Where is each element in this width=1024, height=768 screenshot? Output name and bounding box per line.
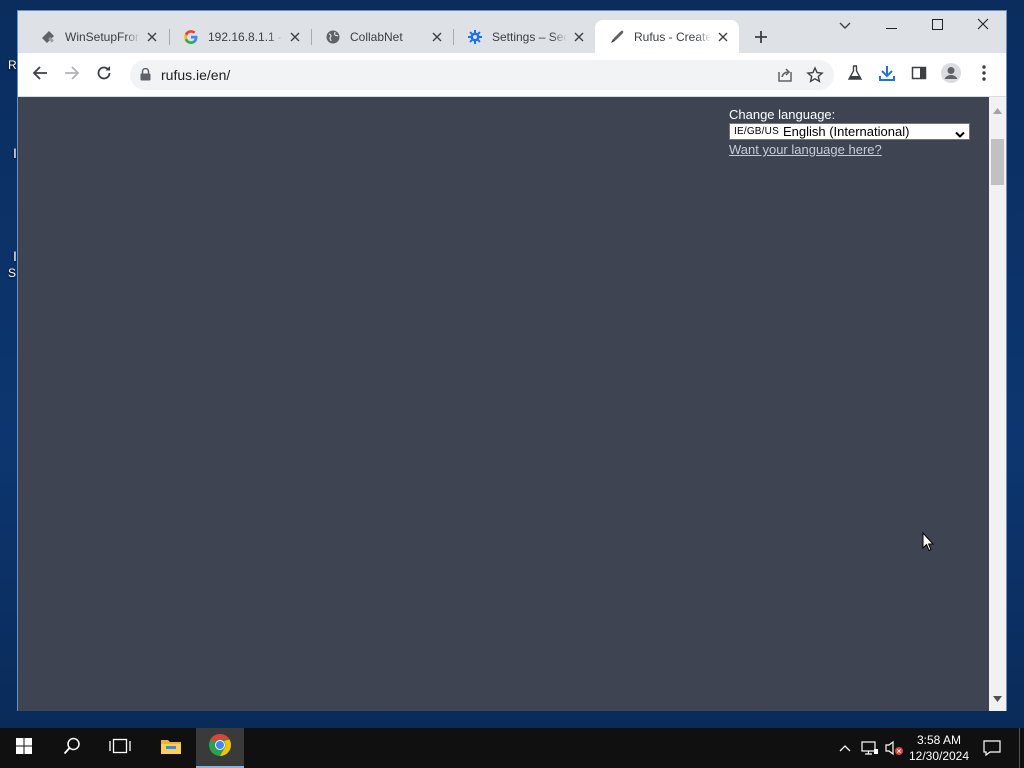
labs-button[interactable]	[841, 61, 869, 89]
maximize-icon	[931, 17, 943, 35]
taskbar-clock[interactable]: 3:58 AM 12/30/2024	[900, 732, 978, 764]
close-icon[interactable]	[571, 29, 587, 45]
globe-icon	[325, 29, 341, 45]
profile-button[interactable]	[937, 61, 965, 89]
back-button[interactable]	[26, 61, 54, 89]
arrow-right-icon	[64, 65, 80, 86]
tab-title: 192.16.8.1.1 -	[208, 29, 283, 44]
downloads-button[interactable]	[873, 61, 901, 89]
network-icon[interactable]	[861, 740, 879, 761]
bookmark-star-icon[interactable]	[806, 66, 824, 89]
chrome-icon	[208, 733, 232, 762]
new-tab-button[interactable]	[750, 26, 772, 48]
chevron-up-icon[interactable]	[838, 740, 852, 761]
minimize-icon	[885, 17, 897, 35]
forward-button[interactable]	[58, 61, 86, 89]
scroll-up-icon[interactable]	[993, 101, 1002, 119]
kebab-menu-icon	[982, 64, 986, 86]
maximize-button[interactable]	[914, 11, 960, 41]
lock-icon[interactable]	[140, 67, 151, 86]
search-button[interactable]	[48, 728, 96, 768]
browser-window: WinSetupFrom 192.16.8.1.1 - CollabNet Se…	[17, 10, 1007, 711]
side-panel-button[interactable]	[905, 61, 933, 89]
minimize-button[interactable]	[868, 11, 914, 41]
search-icon	[63, 737, 81, 760]
file-explorer-button[interactable]	[147, 728, 195, 768]
page-content: Change language: IE/GB/US English (Inter…	[18, 97, 989, 711]
close-icon[interactable]	[144, 29, 160, 45]
taskbar: 3:58 AM 12/30/2024	[0, 728, 1024, 768]
address-bar[interactable]: rufus.ie/en/	[130, 60, 834, 90]
flag-codes: IE/GB/US	[734, 126, 779, 137]
clock-date: 12/30/2024	[908, 749, 970, 763]
tab-title: WinSetupFrom	[65, 29, 140, 44]
close-icon	[977, 17, 989, 35]
close-icon[interactable]	[715, 29, 731, 45]
rufus-icon	[609, 29, 625, 45]
tab-rufus[interactable]: Rufus - Create	[595, 20, 739, 53]
close-icon[interactable]	[429, 29, 445, 45]
tab-collabnet[interactable]: CollabNet	[311, 20, 453, 53]
desktop-icon-label[interactable]: S	[8, 266, 16, 280]
notification-icon[interactable]	[983, 740, 1001, 761]
reload-icon	[96, 65, 112, 86]
vertical-scrollbar[interactable]	[989, 97, 1006, 711]
flask-icon	[847, 64, 863, 86]
folder-icon	[160, 737, 182, 760]
chevron-down-icon	[839, 17, 851, 35]
tab-search-button[interactable]	[822, 11, 868, 41]
want-your-language-link[interactable]: Want your language here?	[729, 142, 974, 157]
side-panel-icon	[911, 65, 927, 86]
download-icon	[878, 64, 896, 87]
mouse-pointer-icon	[922, 531, 935, 557]
task-view-icon	[109, 738, 131, 759]
language-selector-panel: Change language: IE/GB/US English (Inter…	[729, 107, 974, 157]
scroll-down-icon[interactable]	[993, 689, 1002, 707]
language-selected-value: English (International)	[782, 124, 910, 139]
tab-title: Rufus - Create	[634, 29, 711, 44]
menu-button[interactable]	[970, 61, 998, 89]
google-g-icon	[183, 29, 199, 45]
gear-icon	[467, 29, 483, 45]
scroll-thumb[interactable]	[991, 139, 1004, 185]
chrome-taskbar-button[interactable]	[196, 728, 244, 768]
tab-strip: WinSetupFrom 192.16.8.1.1 - CollabNet Se…	[18, 11, 1006, 53]
show-desktop-button[interactable]	[1019, 728, 1024, 768]
desktop-icon-label[interactable]: R	[8, 58, 17, 72]
change-language-label: Change language:	[729, 107, 836, 122]
task-view-button[interactable]	[96, 728, 144, 768]
close-window-button[interactable]	[960, 11, 1006, 41]
avatar-icon	[940, 62, 962, 89]
tab-title: CollabNet	[350, 29, 403, 44]
tab-winsetupfrom[interactable]: WinSetupFrom	[26, 20, 168, 53]
share-icon[interactable]	[776, 66, 794, 89]
address-url: rufus.ie/en/	[161, 67, 231, 83]
language-select[interactable]: IE/GB/US English (International)	[729, 123, 970, 140]
clock-time: 3:58 AM	[916, 733, 962, 747]
tab-settings[interactable]: Settings – Sec	[453, 20, 595, 53]
reload-button[interactable]	[90, 61, 118, 89]
tab-title: Settings – Sec	[492, 29, 567, 44]
arrow-left-icon	[32, 65, 48, 86]
windows-logo-icon	[16, 737, 32, 759]
close-icon[interactable]	[287, 29, 303, 45]
start-button[interactable]	[0, 728, 48, 768]
chevron-down-icon	[955, 127, 965, 142]
usb-stick-icon	[40, 29, 56, 45]
tab-router[interactable]: 192.16.8.1.1 -	[169, 20, 311, 53]
browser-toolbar: rufus.ie/en/	[18, 53, 1006, 97]
